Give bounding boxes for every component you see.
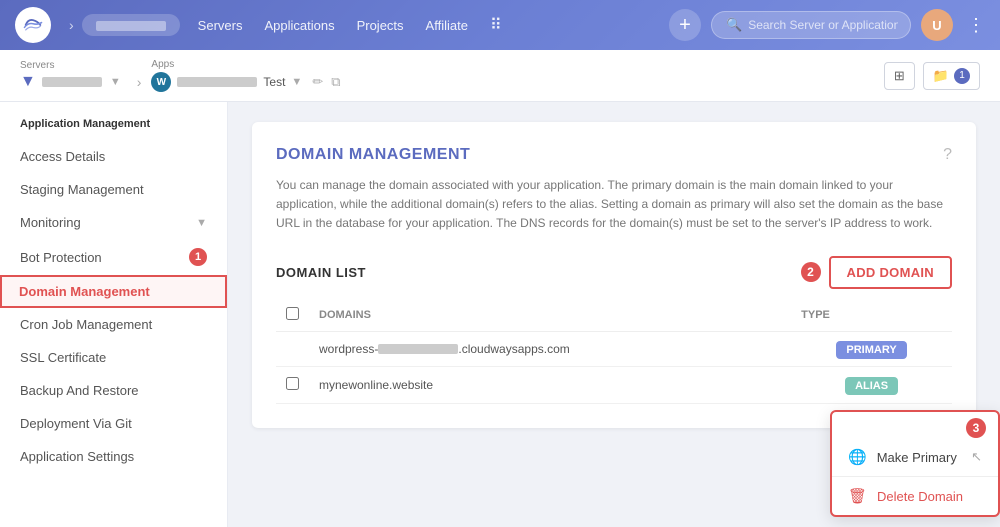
domain-list-header: DOMAIN LIST 2 ADD DOMAIN (276, 256, 952, 289)
sidebar-label-backup-restore: Backup And Restore (20, 383, 139, 398)
app-chevron-icon[interactable]: ▼ (291, 76, 302, 88)
context-menu: 3 🌐 Make Primary ↖ 🗑 Delete Domain (830, 410, 1000, 517)
alias-badge: ALIAS (845, 377, 898, 395)
sidebar-label-bot-protection: Bot Protection (20, 250, 102, 265)
servers-label: Servers (20, 60, 121, 71)
nav-projects[interactable]: Projects (357, 18, 404, 33)
sidebar-label-domain-management: Domain Management (19, 284, 150, 299)
app-test-label: Test (263, 75, 285, 89)
sidebar-section-title: Application Management (0, 118, 227, 140)
main-layout: Application Management Access Details St… (0, 102, 1000, 527)
server-chevron-icon[interactable]: ▼ (110, 76, 121, 88)
nav-servers[interactable]: Servers (198, 18, 243, 33)
topnav-links: Servers Applications Projects Affiliate … (198, 15, 669, 35)
trash-icon: 🗑 (848, 487, 867, 505)
nav-affiliate[interactable]: Affiliate (426, 18, 468, 33)
edit-icon[interactable]: ✏ (312, 74, 323, 90)
server-name-breadcrumb[interactable] (82, 14, 180, 36)
topnav-right: + 🔍 U ⋮ (669, 9, 985, 41)
cursor-icon: ↖ (971, 449, 982, 465)
row2-domain: mynewonline.website (309, 366, 791, 403)
table-view-button[interactable]: ⊞ (884, 62, 915, 90)
add-domain-area: 2 ADD DOMAIN (801, 256, 953, 289)
sidebar-item-access-details[interactable]: Access Details (0, 140, 227, 173)
sidebar-item-domain-management[interactable]: Domain Management (0, 275, 227, 308)
breadcrumb-arrow: › (69, 17, 74, 33)
table-row: mynewonline.website ALIAS (276, 366, 952, 403)
row1-domain: wordpress-.cloudwaysapps.com (309, 331, 791, 366)
grid-icon[interactable]: ⠿ (490, 15, 502, 35)
apps-label: Apps (151, 59, 340, 70)
sub-navigation: Servers ▼ ▼ › Apps W Test ▼ ✏ ⧉ ⊞ 📁 1 (0, 50, 1000, 102)
add-button[interactable]: + (669, 9, 701, 41)
sidebar-label-deployment-git: Deployment Via Git (20, 416, 132, 431)
breadcrumb-separator: › (137, 74, 142, 90)
sidebar-item-staging-management[interactable]: Staging Management (0, 173, 227, 206)
sidebar-label-cron-job-management: Cron Job Management (20, 317, 152, 332)
primary-badge: PRIMARY (836, 341, 906, 359)
row1-check (276, 331, 309, 366)
wordpress-icon: W (151, 72, 171, 92)
server-icon: ▼ (20, 73, 36, 91)
sidebar-item-bot-protection[interactable]: Bot Protection 1 (0, 239, 227, 275)
step2-badge: 2 (801, 262, 821, 282)
monitoring-chevron-icon: ▼ (196, 217, 207, 229)
logo[interactable] (15, 7, 51, 43)
sidebar-label-access-details: Access Details (20, 149, 105, 164)
bot-protection-badge: 1 (189, 248, 207, 266)
add-domain-button[interactable]: ADD DOMAIN (829, 256, 953, 289)
sidebar-label-staging-management: Staging Management (20, 182, 144, 197)
search-input[interactable] (748, 18, 898, 32)
logo-icon (15, 7, 51, 43)
sidebar: Application Management Access Details St… (0, 102, 228, 527)
app-name[interactable] (177, 77, 257, 87)
sidebar-item-monitoring[interactable]: Monitoring ▼ (0, 206, 227, 239)
apps-breadcrumb: Apps W Test ▼ ✏ ⧉ (151, 59, 340, 92)
folder-button[interactable]: 📁 1 (923, 62, 980, 90)
search-bar: 🔍 (711, 11, 911, 39)
subnav-right: ⊞ 📁 1 (884, 62, 980, 90)
domain-table: DOMAINS TYPE wordpress-.cloudwaysapps.co… (276, 299, 952, 404)
sidebar-item-deployment-git[interactable]: Deployment Via Git (0, 407, 227, 440)
sidebar-item-backup-restore[interactable]: Backup And Restore (0, 374, 227, 407)
row2-checkbox[interactable] (286, 377, 299, 390)
make-primary-menu-item[interactable]: 🌐 Make Primary ↖ (832, 438, 998, 476)
section-header: DOMAIN MANAGEMENT ? (276, 146, 952, 164)
globe-icon: 🌐 (848, 448, 867, 466)
servers-breadcrumb: Servers ▼ ▼ (20, 60, 121, 91)
domain-list-title: DOMAIN LIST (276, 265, 366, 280)
help-icon[interactable]: ? (943, 146, 952, 164)
avatar[interactable]: U (921, 9, 953, 41)
table-header-type: TYPE (791, 299, 952, 332)
delete-domain-menu-item[interactable]: 🗑 Delete Domain (832, 477, 998, 515)
search-icon: 🔍 (726, 17, 742, 33)
select-all-checkbox[interactable] (286, 307, 299, 320)
sidebar-item-cron-job-management[interactable]: Cron Job Management (0, 308, 227, 341)
delete-domain-label: Delete Domain (877, 489, 963, 504)
folder-icon: 📁 (933, 68, 949, 84)
row2-type: ALIAS (791, 366, 952, 403)
sidebar-item-application-settings[interactable]: Application Settings (0, 440, 227, 473)
domain-management-card: DOMAIN MANAGEMENT ? You can manage the d… (252, 122, 976, 428)
nav-applications[interactable]: Applications (264, 18, 334, 33)
sidebar-item-ssl-certificate[interactable]: SSL Certificate (0, 341, 227, 374)
sidebar-label-ssl-certificate: SSL Certificate (20, 350, 106, 365)
top-navigation: › Servers Applications Projects Affiliat… (0, 0, 1000, 50)
table-row: wordpress-.cloudwaysapps.com PRIMARY (276, 331, 952, 366)
table-header-domains: DOMAINS (309, 299, 791, 332)
table-header-check (276, 299, 309, 332)
external-link-icon[interactable]: ⧉ (331, 74, 340, 90)
section-description: You can manage the domain associated wit… (276, 176, 952, 234)
row2-check (276, 366, 309, 403)
main-content: DOMAIN MANAGEMENT ? You can manage the d… (228, 102, 1000, 527)
sidebar-label-monitoring: Monitoring (20, 215, 81, 230)
row1-type: PRIMARY (791, 331, 952, 366)
make-primary-label: Make Primary (877, 450, 957, 465)
more-options-icon[interactable]: ⋮ (967, 15, 985, 36)
server-name[interactable] (42, 77, 102, 87)
sidebar-label-application-settings: Application Settings (20, 449, 134, 464)
folder-count-badge: 1 (954, 68, 970, 84)
section-title: DOMAIN MANAGEMENT (276, 146, 470, 164)
step3-badge: 3 (966, 418, 986, 438)
